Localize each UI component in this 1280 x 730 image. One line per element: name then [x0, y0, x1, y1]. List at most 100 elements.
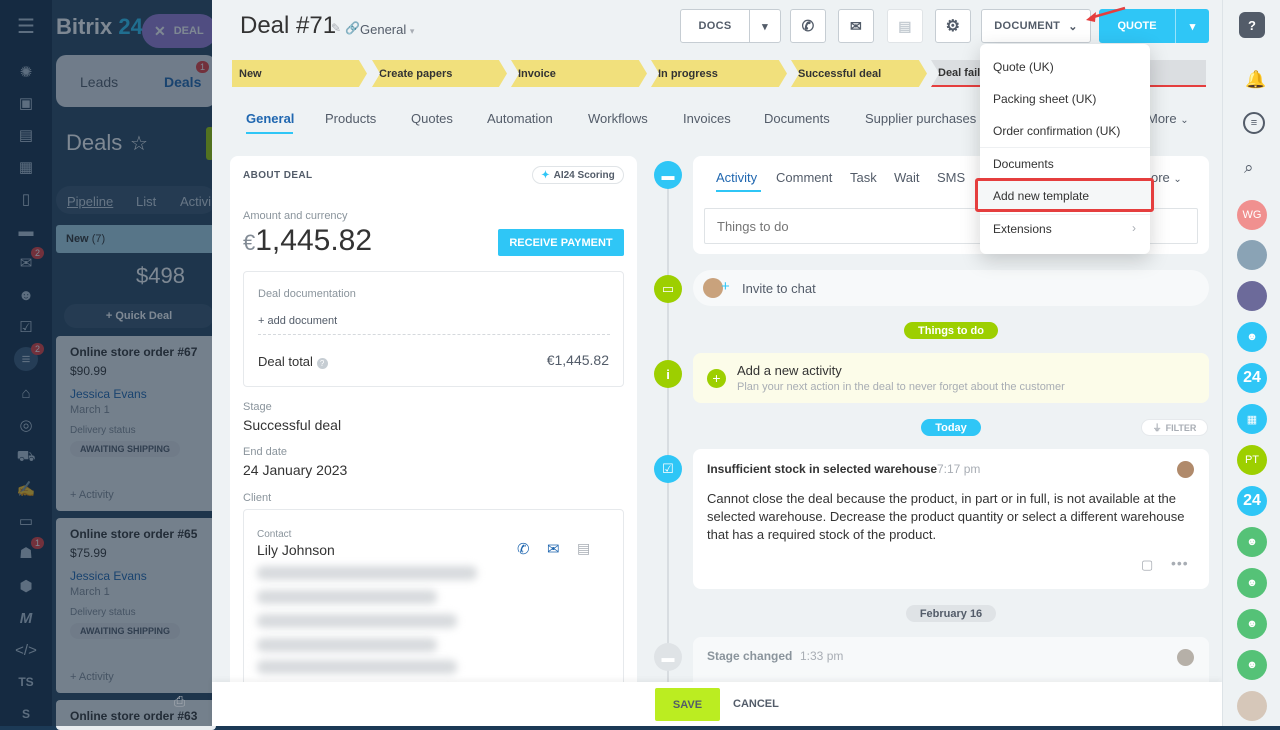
tab-more-activity[interactable]: ore ⌄	[1151, 170, 1182, 185]
more-options-icon[interactable]: •••	[1171, 555, 1189, 571]
cart-icon[interactable]: ⛟	[14, 445, 38, 469]
search-icon[interactable]: ⌕	[1244, 158, 1254, 178]
chat-button[interactable]: ▤	[887, 9, 923, 43]
star-icon[interactable]: ☆	[130, 131, 148, 156]
crm-filter-icon[interactable]: ≡ 2	[14, 343, 44, 371]
tab-supplier-purchases[interactable]: Supplier purchases	[865, 111, 976, 126]
tab-comment[interactable]: Comment	[776, 170, 832, 185]
tab-workflows[interactable]: Workflows	[588, 111, 648, 126]
avatar-pt[interactable]: PT	[1237, 445, 1267, 475]
menu-item-order-confirmation[interactable]: Order confirmation (UK)	[993, 124, 1120, 138]
deal-card-title[interactable]: Online store order #65	[70, 527, 197, 541]
print-icon[interactable]: ⎙	[174, 693, 185, 710]
chat-icon[interactable]: ▤	[577, 540, 590, 557]
quick-deal-button[interactable]: + Quick Deal	[64, 304, 214, 328]
s-label[interactable]: S	[14, 702, 38, 726]
docs-dropdown-button[interactable]: ▾	[749, 9, 781, 43]
market-icon[interactable]: M	[14, 606, 38, 630]
deal-card[interactable]: Online store order #67 $90.99 Jessica Ev…	[56, 336, 216, 511]
stage-in-progress[interactable]: In progress	[651, 60, 787, 87]
email-button[interactable]: ✉	[838, 9, 874, 43]
docs-button[interactable]: DOCS	[680, 9, 750, 43]
calendar-icon[interactable]: ▦	[14, 155, 38, 179]
edit-icon[interactable]: ✎	[331, 21, 341, 35]
ts-label[interactable]: TS	[14, 670, 38, 694]
deal-card-title[interactable]: Online store order #63	[70, 709, 197, 723]
phone-icon[interactable]: ✆	[517, 540, 530, 558]
end-date-value[interactable]: 24 January 2023	[243, 462, 347, 478]
avatar[interactable]	[1237, 281, 1267, 311]
bell-icon[interactable]: 🔔	[1245, 70, 1266, 90]
menu-item-packing-sheet[interactable]: Packing sheet (UK)	[993, 92, 1096, 106]
filter-button[interactable]: ⏚ FILTER	[1141, 419, 1208, 436]
invite-to-chat[interactable]: + Invite to chat	[693, 270, 1209, 306]
tab-task[interactable]: Task	[850, 170, 877, 185]
bitrix24-icon[interactable]: 24	[1237, 486, 1267, 516]
bitrix24-icon[interactable]: 24	[1237, 363, 1267, 393]
chat-icon[interactable]: ▤	[14, 123, 38, 147]
deal-card-activity[interactable]: + Activity	[70, 489, 114, 501]
checklist-icon[interactable]: ☑	[14, 315, 38, 339]
chat-bubble-icon[interactable]: ≡	[1243, 112, 1265, 134]
group-icon[interactable]: ☻	[1237, 527, 1267, 557]
add-document-link[interactable]: + add document	[258, 315, 337, 327]
ai-scoring-badge[interactable]: ✦ AI24 Scoring	[532, 166, 624, 184]
menu-item-documents[interactable]: Documents	[993, 157, 1054, 171]
stage-create-papers[interactable]: Create papers	[372, 60, 507, 87]
tab-activity[interactable]: Activity	[716, 170, 757, 185]
box-icon[interactable]: ⬢	[14, 574, 38, 598]
group-icon[interactable]: ☻	[1237, 650, 1267, 680]
contacts-icon[interactable]: ☻	[14, 283, 38, 307]
menu-item-add-new-template[interactable]: Add new template	[993, 189, 1089, 203]
help-icon[interactable]: ?	[1239, 12, 1265, 38]
chevron-down-icon[interactable]: ▾	[1175, 9, 1209, 43]
activity-stream-icon[interactable]: ✺	[14, 60, 38, 84]
view-activity[interactable]: Activi	[180, 194, 211, 209]
tab-documents[interactable]: Documents	[764, 111, 830, 126]
bank-icon[interactable]: ⌂	[14, 381, 38, 405]
help-icon[interactable]: ?	[316, 358, 328, 369]
mail-icon[interactable]: ✉ 2	[14, 247, 44, 275]
document-button[interactable]: DOCUMENT ⌄	[981, 9, 1091, 43]
tab-deals[interactable]: Deals	[164, 74, 201, 90]
tab-quotes[interactable]: Quotes	[411, 111, 453, 126]
documents-icon[interactable]: ▯	[14, 187, 38, 211]
stage-successful[interactable]: Successful deal	[791, 60, 927, 87]
tab-wait[interactable]: Wait	[894, 170, 920, 185]
note-icon[interactable]: ▢	[1141, 557, 1153, 573]
stage-value[interactable]: Successful deal	[243, 417, 341, 433]
tasks-icon[interactable]: ▣	[14, 91, 38, 115]
tab-products[interactable]: Products	[325, 111, 376, 126]
add-circle-icon[interactable]: +	[707, 369, 726, 388]
deal-card-contact[interactable]: Jessica Evans	[70, 387, 147, 401]
envelope-icon[interactable]: ✉	[547, 540, 560, 558]
avatar[interactable]	[1237, 691, 1267, 721]
stage-new[interactable]: New	[232, 60, 367, 87]
receive-payment-button[interactable]: RECEIVE PAYMENT	[498, 229, 624, 256]
category-selector[interactable]: General ▾	[360, 22, 414, 37]
settings-button[interactable]: ⚙	[935, 9, 971, 43]
id-card-icon[interactable]: ▭	[14, 509, 38, 533]
call-button[interactable]: ✆	[790, 9, 826, 43]
tab-sms[interactable]: SMS	[937, 170, 965, 185]
amount-value[interactable]: €1,445.82	[243, 224, 372, 258]
tab-leads[interactable]: Leads	[80, 74, 118, 90]
sign-icon[interactable]: ✍	[14, 477, 38, 501]
cancel-button[interactable]: CANCEL	[733, 698, 779, 710]
target-icon[interactable]: ◎	[14, 413, 38, 437]
view-pipeline[interactable]: Pipeline	[67, 194, 113, 209]
drive-icon[interactable]: ▬	[14, 219, 38, 243]
calendar-icon[interactable]: ▦	[1237, 404, 1267, 434]
deal-card-title[interactable]: Online store order #67	[70, 345, 197, 359]
group-icon[interactable]: ☻	[1237, 568, 1267, 598]
menu-item-quote-uk[interactable]: Quote (UK)	[993, 60, 1054, 74]
group-icon[interactable]: ☻	[1237, 322, 1267, 352]
deal-card-contact[interactable]: Jessica Evans	[70, 569, 147, 583]
menu-icon[interactable]: ☰	[14, 14, 38, 38]
deal-card-activity[interactable]: + Activity	[70, 671, 114, 683]
deal-card[interactable]: Online store order #65 $75.99 Jessica Ev…	[56, 518, 216, 693]
group-icon[interactable]: ☻	[1237, 609, 1267, 639]
link-icon[interactable]: 🔗	[345, 21, 360, 35]
code-icon[interactable]: </>	[14, 638, 38, 662]
avatar-wg[interactable]: WG	[1237, 200, 1267, 230]
